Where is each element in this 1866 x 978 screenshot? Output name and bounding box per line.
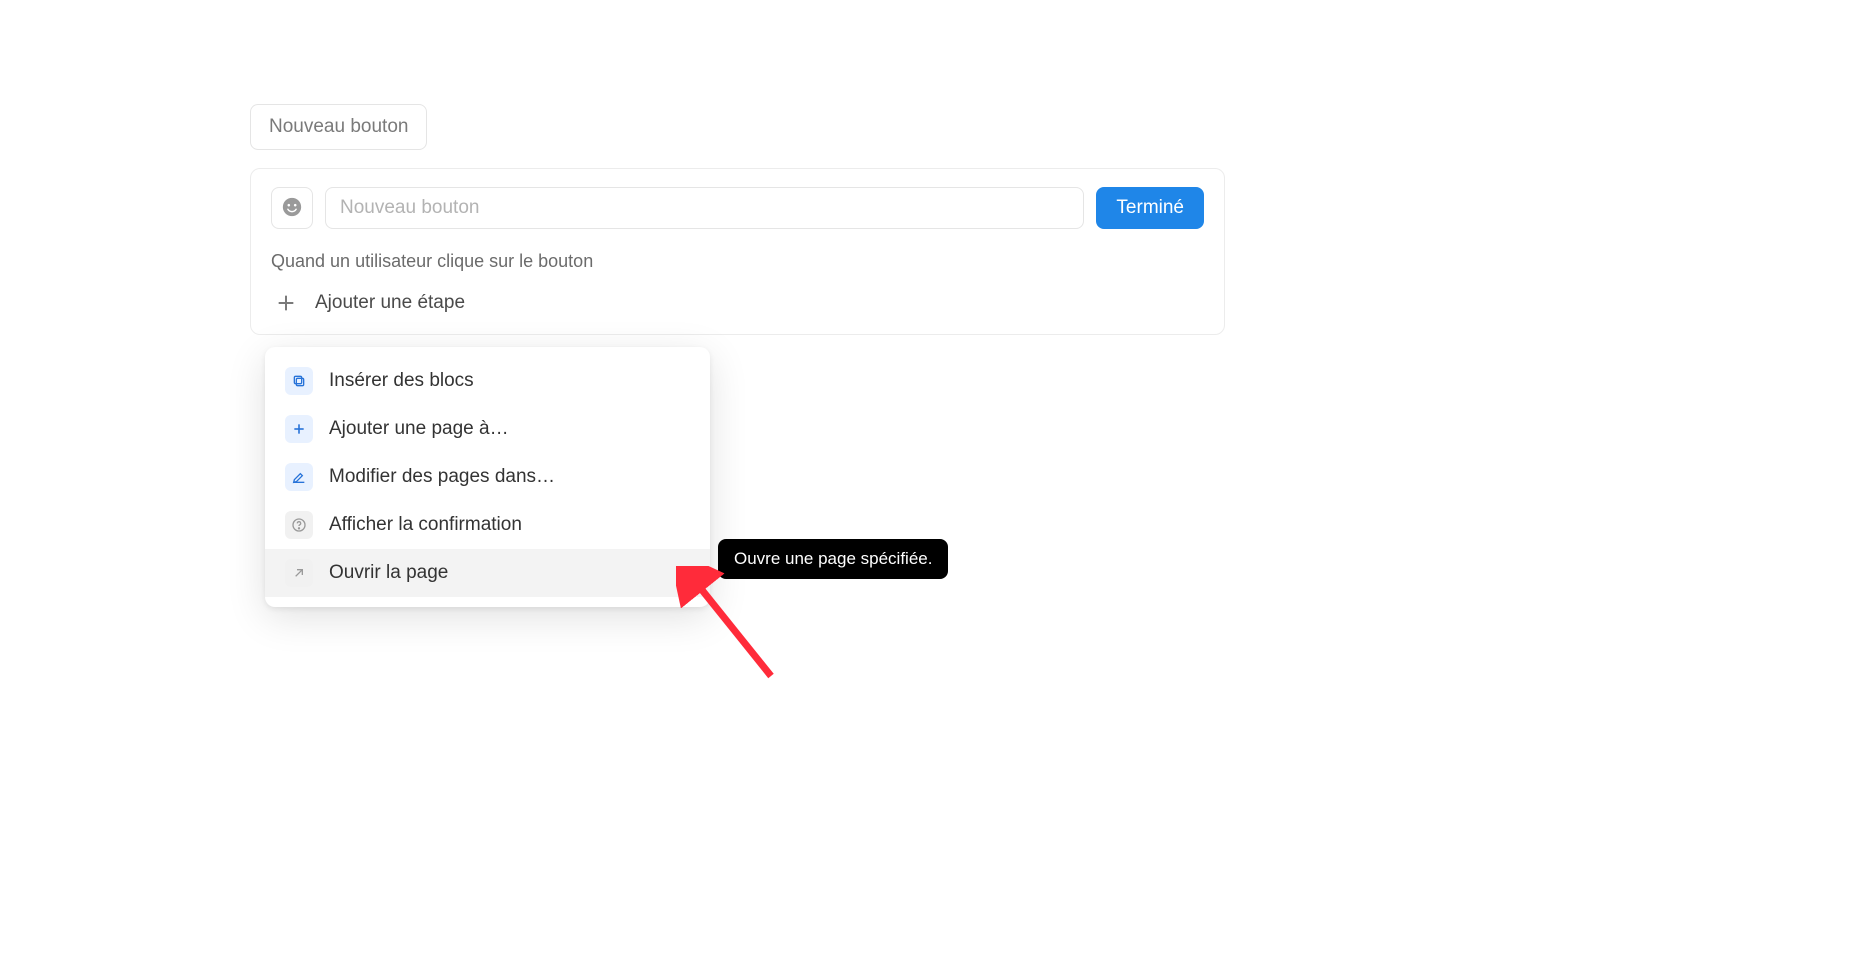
step-actions-menu: Insérer des blocs Ajouter une page à… Mo… [265, 347, 710, 607]
on-click-section-label: Quand un utilisateur clique sur le bouto… [271, 251, 1204, 272]
menu-item-modify-pages[interactable]: Modifier des pages dans… [271, 453, 704, 501]
arrow-up-right-icon [285, 559, 313, 587]
tooltip: Ouvre une page spécifiée. [718, 539, 948, 579]
menu-item-insert-blocks[interactable]: Insérer des blocs [271, 357, 704, 405]
menu-item-add-page[interactable]: Ajouter une page à… [271, 405, 704, 453]
button-name-input[interactable] [325, 187, 1084, 229]
copy-icon [285, 367, 313, 395]
menu-item-label: Ajouter une page à… [329, 418, 509, 440]
button-preview-label: Nouveau bouton [269, 116, 408, 137]
done-button[interactable]: Terminé [1096, 187, 1204, 229]
menu-item-label: Ouvrir la page [329, 562, 448, 584]
edit-icon [285, 463, 313, 491]
menu-item-label: Afficher la confirmation [329, 514, 522, 536]
editor-header-row: Terminé [271, 187, 1204, 229]
smiley-icon [281, 196, 303, 221]
menu-item-label: Insérer des blocs [329, 370, 474, 392]
button-preview: Nouveau bouton [250, 104, 427, 150]
button-editor-panel: Terminé Quand un utilisateur clique sur … [250, 168, 1225, 335]
add-step-label: Ajouter une étape [315, 292, 465, 314]
tooltip-text: Ouvre une page spécifiée. [734, 549, 932, 568]
emoji-picker-button[interactable] [271, 187, 313, 229]
plus-icon [275, 292, 297, 314]
add-step-button[interactable]: Ajouter une étape [271, 286, 1204, 328]
menu-item-show-confirmation[interactable]: Afficher la confirmation [271, 501, 704, 549]
question-icon [285, 511, 313, 539]
menu-item-open-page[interactable]: Ouvrir la page [265, 549, 710, 597]
menu-item-label: Modifier des pages dans… [329, 466, 555, 488]
button-editor-region: Nouveau bouton Terminé Quand un utilisat… [250, 104, 1225, 335]
plus-icon [285, 415, 313, 443]
